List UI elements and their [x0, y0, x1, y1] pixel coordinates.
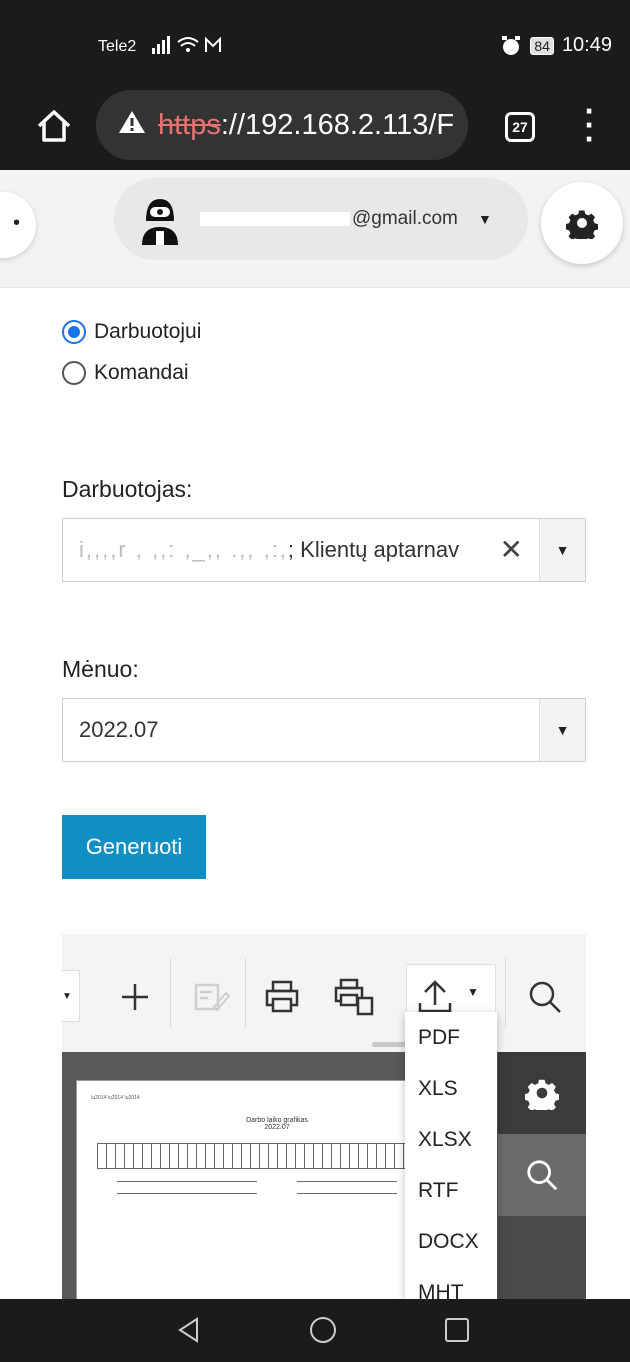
month-select-value: 2022.07 — [79, 717, 159, 742]
status-right: 84 10:49 — [500, 34, 612, 57]
plus-icon — [122, 984, 148, 1010]
redacted-email-part — [200, 211, 350, 226]
viewer-search-button[interactable] — [498, 1134, 586, 1216]
sheet-header-text: \u2014 \u2014 \u2014 — [91, 1095, 140, 1101]
month-label: Mėnuo: — [62, 656, 139, 682]
edit-button[interactable] — [187, 972, 237, 1022]
generate-button[interactable]: Generuoti — [62, 815, 206, 879]
dropdown-arrow[interactable]: ▼ — [539, 699, 585, 761]
export-option-xls[interactable]: XLS — [405, 1063, 497, 1114]
warning-icon[interactable] — [118, 109, 146, 142]
sidebar-toggle-button[interactable]: • — [0, 192, 36, 258]
signature-line — [297, 1181, 397, 1182]
url-scheme: https — [158, 108, 221, 141]
export-option-rtf[interactable]: RTF — [405, 1165, 497, 1216]
radio-label: Darbuotojui — [94, 320, 202, 343]
caret-down-icon: ▼ — [467, 985, 479, 999]
gear-icon — [525, 1079, 559, 1110]
browser-toolbar: https://192.168.2.113/F 27 · · · — [0, 82, 630, 170]
upload-icon — [418, 980, 452, 1013]
carrier-name: Tele2 — [98, 38, 137, 55]
search-icon — [529, 981, 561, 1013]
dot-icon: • — [12, 212, 20, 234]
employee-select[interactable]: i,,,,r , ,,: ,_,, .,, ,:,; Klientų aptar… — [62, 518, 586, 582]
print-document-icon — [334, 978, 374, 1016]
employee-select-value: i,,,,r , ,,: ,_,, .,, ,:,; Klientų aptar… — [79, 537, 460, 562]
radio-label: Komandai — [94, 361, 189, 384]
caret-down-icon: ▼ — [555, 542, 570, 558]
user-menu[interactable]: @gmail.com ▼ — [114, 178, 528, 260]
home-icon — [37, 110, 71, 142]
gear-icon — [566, 210, 598, 239]
signal-wifi-mail-icons — [150, 34, 230, 62]
tab-switcher-button[interactable]: 27 — [505, 112, 535, 142]
export-format-menu: PDF XLS XLSX RTF DOCX MHT — [405, 1012, 497, 1300]
viewer-toolbar: ▼ ▼ — [62, 934, 586, 1052]
schedule-table — [97, 1143, 407, 1169]
printer-icon — [265, 980, 299, 1013]
export-option-docx[interactable]: DOCX — [405, 1216, 497, 1267]
back-triangle-icon — [178, 1317, 198, 1343]
sheet-title: Darbo laiko grafikas 2022.07 — [246, 1117, 308, 1131]
redacted-employee-name: i,,,,r , ,,: ,_,, .,, ,:, — [79, 537, 288, 562]
radio-button[interactable] — [62, 361, 86, 385]
page-size-dropdown[interactable]: ▼ — [62, 970, 80, 1022]
alarm-icon — [502, 35, 521, 55]
export-option-mht[interactable]: MHT — [405, 1267, 497, 1300]
status-bar: Tele2 84 10:49 — [0, 0, 630, 82]
caret-down-icon: ▼ — [62, 990, 72, 1002]
home-button[interactable] — [34, 106, 74, 146]
home-nav-button[interactable] — [306, 1313, 340, 1347]
url-path: ://192.168.2.113/F — [220, 108, 455, 141]
toolbar-separator — [505, 958, 506, 1028]
home-circle-icon — [310, 1317, 336, 1343]
viewer-settings-button[interactable] — [498, 1052, 586, 1134]
address-bar[interactable]: https://192.168.2.113/F — [96, 90, 468, 160]
employee-label: Darbuotojas: — [62, 476, 193, 502]
print-button[interactable] — [257, 972, 307, 1022]
clear-selection-icon[interactable]: ✕ — [500, 533, 523, 566]
recents-square-icon — [445, 1318, 469, 1342]
signature-line — [117, 1193, 257, 1194]
clock: 10:49 — [561, 34, 612, 56]
recents-button[interactable] — [440, 1313, 474, 1347]
zoom-in-button[interactable] — [110, 972, 160, 1022]
radio-button-checked[interactable] — [62, 320, 86, 344]
signature-line — [117, 1181, 257, 1182]
export-option-xlsx[interactable]: XLSX — [405, 1114, 497, 1165]
user-email: @gmail.com — [200, 208, 458, 230]
toolbar-separator — [170, 958, 171, 1028]
export-option-pdf[interactable]: PDF — [405, 1012, 497, 1063]
dropdown-arrow[interactable]: ▼ — [539, 519, 585, 581]
edit-form-icon — [194, 983, 230, 1012]
avatar — [142, 199, 178, 245]
month-select[interactable]: 2022.07 ▼ — [62, 698, 586, 762]
radio-darbuotojui[interactable]: Darbuotojui — [62, 320, 201, 344]
print-pdf-button[interactable] — [329, 972, 379, 1022]
caret-down-icon: ▼ — [555, 722, 570, 738]
browser-menu-button[interactable]: · · · — [580, 95, 600, 155]
back-button[interactable] — [172, 1313, 206, 1347]
system-navigation-bar — [0, 1299, 630, 1362]
chevron-down-icon: ▼ — [478, 211, 492, 227]
app-header: • @gmail.com ▼ — [0, 170, 630, 288]
toolbar-separator — [245, 958, 246, 1028]
search-button[interactable] — [520, 972, 570, 1022]
settings-button[interactable] — [541, 182, 623, 264]
search-icon — [527, 1160, 558, 1191]
report-viewer: ▼ ▼ \u2014 \u2014 \u2014 Darbo laiko gra… — [62, 934, 586, 1299]
signature-line — [297, 1193, 397, 1194]
radio-komandai[interactable]: Komandai — [62, 361, 189, 385]
signal-icon — [152, 36, 221, 54]
report-page-thumbnail: \u2014 \u2014 \u2014 Darbo laiko grafika… — [76, 1080, 416, 1299]
battery-indicator: 84 — [530, 36, 554, 55]
